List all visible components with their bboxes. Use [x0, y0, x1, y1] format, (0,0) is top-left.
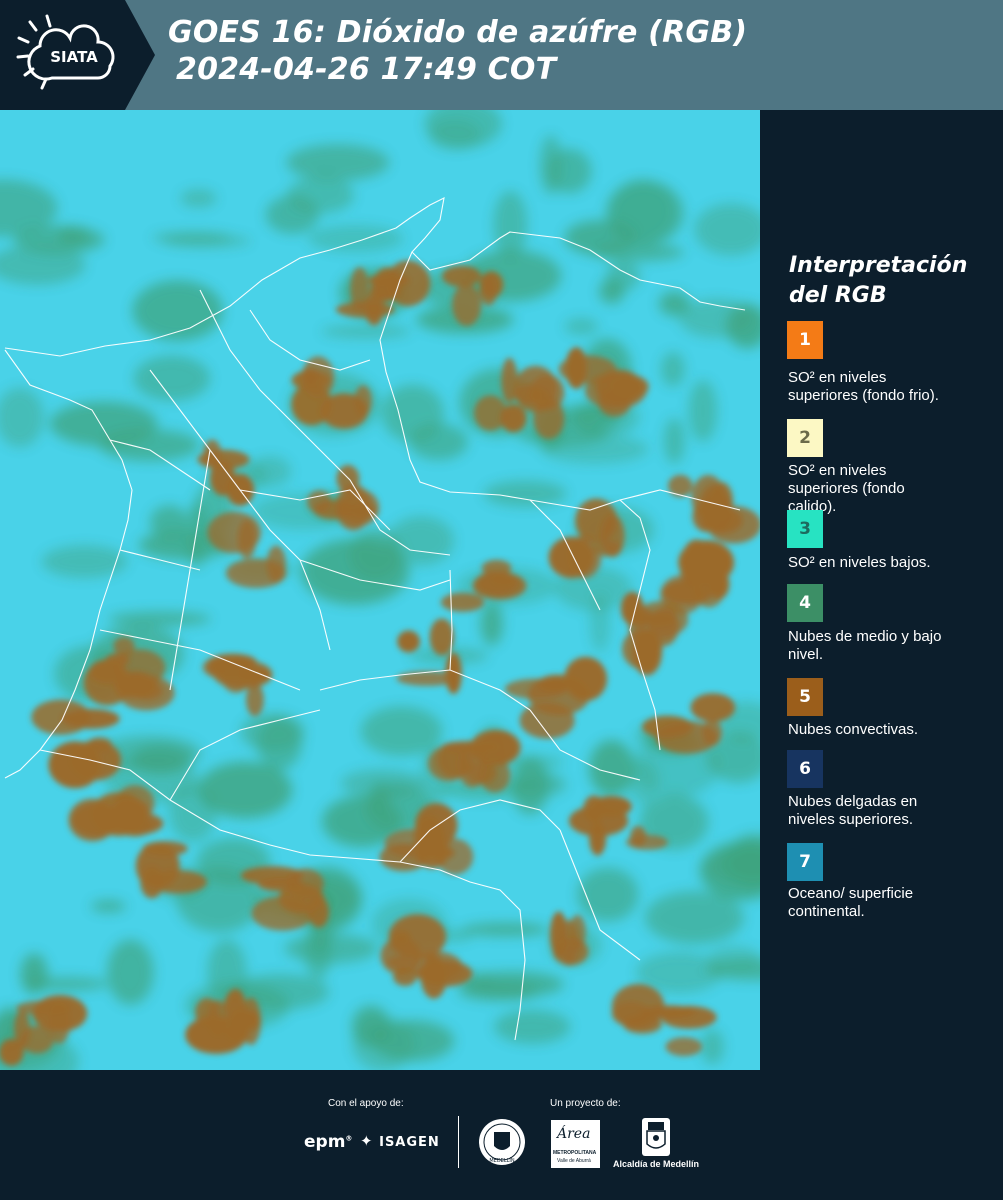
legend-swatch-5: 5	[787, 678, 823, 716]
isagen-icon: ✦	[360, 1132, 374, 1150]
alcaldia-text: Alcaldía de Medellín	[613, 1159, 700, 1169]
legend-label-2: SO² en niveles superiores (fondo calido).	[788, 462, 905, 515]
legend-swatch-1: 1	[787, 321, 823, 359]
satellite-image	[0, 99, 800, 1091]
seal-text: MEDELLÍN	[489, 1157, 515, 1164]
legend-swatch-4: 4	[787, 584, 823, 622]
legend-panel: Interpretación del RGB 1 SO² en niveles su…	[760, 110, 1003, 1070]
legend-label-4: Nubes de medio y bajo nivel.	[788, 628, 942, 663]
header-bar: SIATA GOES 16: Dióxido de azúfre (RGB) 2…	[0, 0, 1003, 110]
legend-title: Interpretación del RGB	[789, 251, 967, 311]
area-metropolitana-logo: Área METROPOLITANA Valle de Aburrá	[551, 1120, 600, 1168]
logo-text: SIATA	[50, 48, 98, 66]
support-label: Con el apoyo de:	[328, 1098, 404, 1109]
epm-logo: epm®	[304, 1132, 353, 1152]
legend-swatch-3: 3	[787, 510, 823, 548]
project-label: Un proyecto de:	[550, 1098, 621, 1109]
legend-swatch-6: 6	[787, 750, 823, 788]
legend-label-1: SO² en niveles superiores (fondo frio).	[788, 369, 939, 404]
medellin-seal: MEDELLÍN	[478, 1118, 526, 1166]
footer-divider	[458, 1116, 459, 1168]
title-line-2: 2024-04-26 17:49 COT	[176, 52, 557, 87]
satellite-map	[0, 99, 800, 1091]
legend-title-line-1: Interpretación	[789, 253, 968, 278]
title-line-1: GOES 16: Dióxido de azúfre (RGB)	[168, 15, 748, 50]
legend-label-7: Oceano/ superficie continental.	[788, 885, 914, 920]
legend-swatch-2: 2	[787, 419, 823, 457]
valle-text: Valle de Aburrá	[557, 1158, 591, 1164]
legend-label-6: Nubes delgadas en niveles superiores.	[788, 793, 918, 828]
alcaldia-crest	[642, 1118, 670, 1156]
legend-title-line-2: del RGB	[789, 283, 887, 308]
metropolitana-text: METROPOLITANA	[553, 1150, 597, 1156]
epm-text: epm	[304, 1132, 346, 1152]
footer: Con el apoyo de: Un proyecto de: epm® ✦ …	[0, 1070, 1003, 1200]
legend-swatch-7: 7	[787, 843, 823, 881]
page-title: GOES 16: Dióxido de azúfre (RGB) 2024-04…	[168, 14, 747, 88]
isagen-text: ISAGEN	[379, 1135, 440, 1150]
isagen-logo: ✦ ISAGEN	[360, 1132, 440, 1150]
siata-logo: SIATA	[0, 0, 155, 110]
area-text: Área	[557, 1126, 591, 1142]
legend-label-3: SO² en niveles bajos.	[788, 554, 931, 571]
legend-label-5: Nubes convectivas.	[788, 721, 919, 738]
